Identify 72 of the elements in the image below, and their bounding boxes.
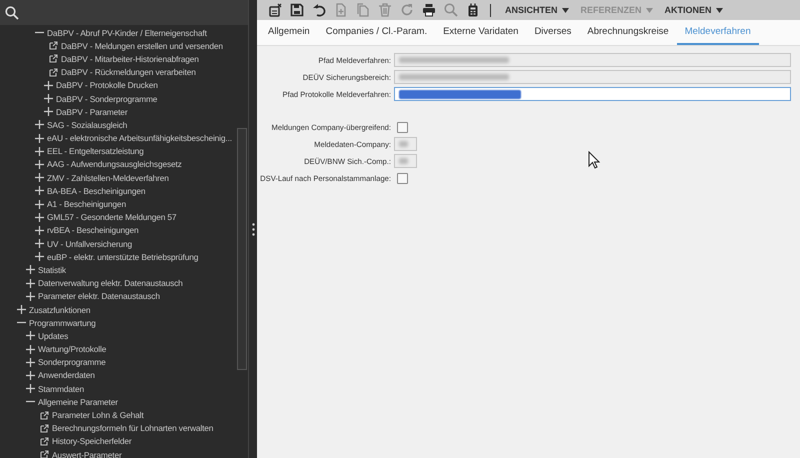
tree-item[interactable]: eAU - elektronische Arbeitsunfähigkeitsbescheinig...: [0, 132, 237, 145]
search-field[interactable]: [0, 0, 248, 25]
tree-item[interactable]: Sonderprogramme: [0, 356, 237, 369]
trash-icon: [378, 3, 392, 17]
caret-icon: [646, 8, 653, 12]
drag-handle-icon: [252, 222, 254, 236]
tree-item[interactable]: DaBPV - Protokolle Drucken: [0, 78, 237, 92]
input-field[interactable]: [394, 70, 791, 84]
external-link-icon: [49, 54, 58, 64]
undo-icon: [312, 3, 326, 17]
checkbox[interactable]: [397, 172, 408, 184]
tree-item[interactable]: EEL - Entgeltersatzleistung: [0, 144, 237, 158]
tree-item[interactable]: Anwenderdaten: [0, 368, 237, 382]
tree-item[interactable]: rvBEA - Bescheinigungen: [0, 224, 237, 237]
tree-item[interactable]: History-Speicherfelder: [0, 434, 237, 448]
tree-item[interactable]: Zusatzfunktionen: [0, 302, 237, 316]
tree-item[interactable]: DaBPV - Mitarbeiter-Historienabfragen: [0, 52, 237, 66]
calculator-icon: [466, 3, 480, 17]
scrollbar-thumb[interactable]: [237, 128, 247, 370]
save-icon: [290, 3, 304, 17]
tree-item[interactable]: DaBPV - Abruf PV-Kinder / Elterneigenschaft: [0, 26, 237, 40]
tree-item[interactable]: Allgemeine Parameter: [0, 395, 237, 408]
copy-icon: [356, 3, 370, 17]
input-field[interactable]: [394, 53, 791, 67]
tree-item[interactable]: UV - Unfallversicherung: [0, 237, 237, 250]
checkbox[interactable]: [397, 122, 408, 132]
input-field[interactable]: [394, 137, 417, 151]
tree-item[interactable]: DaBPV - Sonderprogramme: [0, 92, 237, 106]
external-link-icon: [40, 424, 49, 433]
tree-item[interactable]: AAG - Aufwendungsausgleichsgesetz: [0, 158, 237, 172]
tree-item[interactable]: Stammdaten: [0, 382, 237, 396]
tab[interactable]: Externe Varidaten: [435, 20, 526, 45]
new-document-icon: [334, 3, 348, 17]
tree-item[interactable]: GML57 - Gesonderte Meldungen 57: [0, 210, 237, 224]
tree-item[interactable]: Programmwartung: [0, 316, 237, 330]
tree-item[interactable]: SAG - Sozialausgleich: [0, 118, 237, 132]
tab[interactable]: Allgemein: [260, 20, 318, 45]
tree-item[interactable]: Parameter elektr. Datenaustausch: [0, 290, 237, 303]
print-icon: [422, 3, 436, 17]
tree-item[interactable]: Updates: [0, 329, 237, 342]
tree-item[interactable]: DaBPV - Rückmeldungen verarbeiten: [0, 66, 237, 79]
tree-item[interactable]: ZMV - Zahlstellen-Meldeverfahren: [0, 171, 237, 184]
tab[interactable]: Diverses: [526, 20, 580, 45]
tree-item[interactable]: euBP - elektr. unterstützte Betriebsprüfung: [0, 250, 237, 264]
tree-item[interactable]: DaBPV - Parameter: [0, 105, 237, 118]
tree-item[interactable]: Auswert-Parameter: [0, 448, 237, 458]
tree-item[interactable]: BA-BEA - Bescheinigungen: [0, 184, 237, 198]
caret-icon: [716, 8, 723, 12]
search-icon: [5, 6, 19, 20]
tree-item[interactable]: Wartung/Protokolle: [0, 342, 237, 356]
external-link-icon: [40, 436, 49, 446]
external-link-icon: [49, 41, 58, 50]
external-link-icon: [40, 450, 49, 458]
input-field[interactable]: [394, 87, 791, 101]
caret-icon: [562, 8, 569, 12]
document-close-icon: [268, 3, 282, 17]
menu-button[interactable]: AKTIONEN: [658, 0, 729, 20]
tab[interactable]: Companies / Cl.-Param.: [318, 20, 436, 45]
tree-item[interactable]: Datenverwaltung elektr. Datenaustausch: [0, 276, 237, 290]
search-icon: [444, 3, 458, 17]
external-link-icon: [49, 68, 58, 77]
external-link-icon: [40, 410, 49, 420]
input-field[interactable]: [394, 154, 417, 168]
tree-item[interactable]: Statistik: [0, 263, 237, 277]
tree-item[interactable]: Parameter Lohn & Gehalt: [0, 408, 237, 422]
tree-item[interactable]: A1 - Bescheinigungen: [0, 197, 237, 211]
menu-button[interactable]: ANSICHTEN: [499, 0, 575, 20]
tab[interactable]: Abrechnungskreise: [579, 20, 677, 45]
mouse-cursor-icon: [588, 151, 600, 169]
refresh-icon: [400, 3, 414, 17]
tree-item[interactable]: Berechnungsformeln für Lohnarten verwalten: [0, 422, 237, 435]
tree-item[interactable]: DaBPV - Meldungen erstellen und versenden: [0, 39, 237, 52]
